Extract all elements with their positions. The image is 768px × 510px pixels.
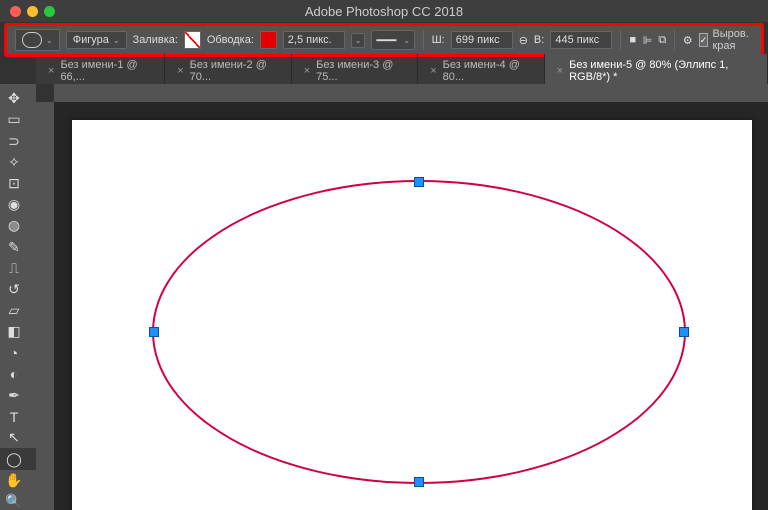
document-tab[interactable]: × Без имени-2 @ 70...	[165, 54, 291, 88]
history-brush-tool-icon: ↺	[6, 281, 22, 297]
options-bar-highlight: ⌄ Фигура⌄ Заливка: Обводка: ⌄ ━━━⌄ Ш: ⊖ …	[4, 23, 764, 57]
maximize-window-button[interactable]	[44, 6, 55, 17]
traffic-lights	[10, 6, 55, 17]
separator	[674, 30, 675, 50]
close-tab-icon[interactable]: ×	[304, 65, 310, 77]
type-tool-icon: T	[6, 409, 22, 425]
anchor-top[interactable]	[414, 177, 424, 187]
shape-mode-dropdown[interactable]: Фигура⌄	[66, 31, 127, 49]
height-input[interactable]	[550, 31, 612, 49]
crop-tool-icon: ⊡	[6, 175, 22, 191]
tool-preset-dropdown[interactable]: ⌄	[15, 29, 60, 51]
document-tab-bar: × Без имени-1 @ 66,... × Без имени-2 @ 70..…	[36, 58, 768, 84]
path-operations-icon[interactable]: ■	[629, 32, 637, 48]
path-select-tool-icon: ↖	[6, 430, 22, 446]
marquee-tool-icon: ▭	[6, 112, 22, 128]
path-alignment-icon[interactable]: ⊫	[643, 32, 653, 48]
document-tab[interactable]: × Без имени-5 @ 80% (Эллипс 1, RGB/8*) *	[545, 54, 768, 88]
anchor-right[interactable]	[679, 327, 689, 337]
tab-label: Без имени-2 @ 70...	[190, 59, 279, 83]
close-window-button[interactable]	[10, 6, 21, 17]
gear-icon[interactable]: ⚙	[683, 32, 693, 48]
stamp-tool-icon: ⎍	[6, 260, 22, 276]
move-tool-icon: ✥	[6, 91, 22, 107]
titlebar: Adobe Photoshop CC 2018	[0, 0, 768, 22]
options-bar: ⌄ Фигура⌄ Заливка: Обводка: ⌄ ━━━⌄ Ш: ⊖ …	[7, 26, 761, 54]
dodge-tool-icon: ◐	[6, 366, 22, 382]
separator	[423, 30, 424, 50]
close-tab-icon[interactable]: ×	[557, 65, 563, 77]
brush-tool-icon: ✎	[6, 239, 22, 255]
tab-label: Без имени-4 @ 80...	[443, 59, 532, 83]
height-label: В:	[534, 34, 544, 46]
zoom-tool-icon: 🔍	[6, 493, 22, 509]
ellipse-icon	[22, 32, 42, 48]
align-edges-checkbox[interactable]: ✓ Выров. края	[699, 28, 753, 52]
width-input[interactable]	[451, 31, 513, 49]
vertical-ruler[interactable]	[36, 102, 54, 510]
separator	[620, 30, 621, 50]
artboard[interactable]	[72, 120, 752, 510]
close-tab-icon[interactable]: ×	[48, 65, 54, 77]
fill-label: Заливка:	[133, 34, 178, 46]
magic-wand-tool-icon: ✧	[6, 154, 22, 170]
stroke-swatch[interactable]	[260, 31, 277, 49]
close-tab-icon[interactable]: ×	[430, 65, 436, 77]
workspace: ✥ ▭ ⊃ ✧ ⊡ ◉ ◍ ✎ ⎍ ↺ ▱ ◧ ◔ ◐ ✒ T ↖ ◯ ✋ 🔍	[0, 84, 768, 510]
stroke-label: Обводка:	[207, 34, 254, 46]
canvas-zone	[36, 84, 768, 510]
gradient-tool-icon: ◧	[6, 324, 22, 340]
anchor-bottom[interactable]	[414, 477, 424, 487]
document-tab[interactable]: × Без имени-1 @ 66,...	[36, 54, 165, 88]
tab-label: Без имени-5 @ 80% (Эллипс 1, RGB/8*) *	[569, 59, 755, 83]
horizontal-ruler[interactable]	[54, 84, 768, 102]
eraser-tool-icon: ▱	[6, 303, 22, 319]
width-label: Ш:	[432, 34, 445, 46]
tab-label: Без имени-3 @ 75...	[316, 59, 405, 83]
shape-tool-icon: ◯	[6, 451, 22, 467]
minimize-window-button[interactable]	[27, 6, 38, 17]
anchor-left[interactable]	[149, 327, 159, 337]
close-tab-icon[interactable]: ×	[177, 65, 183, 77]
path-arrangement-icon[interactable]: ⧉	[658, 32, 666, 48]
document-tab[interactable]: × Без имени-3 @ 75...	[292, 54, 418, 88]
stroke-width-dropdown[interactable]: ⌄	[351, 33, 366, 48]
checkbox-icon: ✓	[699, 33, 709, 47]
lasso-tool-icon: ⊃	[6, 133, 22, 149]
healing-brush-tool-icon: ◍	[6, 218, 22, 234]
align-edges-label: Выров. края	[712, 28, 753, 52]
tab-label: Без имени-1 @ 66,...	[60, 59, 152, 83]
hand-tool-icon: ✋	[6, 472, 22, 488]
canvas-background[interactable]	[54, 102, 768, 510]
fill-swatch[interactable]	[184, 31, 201, 49]
app-title: Adobe Photoshop CC 2018	[0, 4, 768, 19]
pen-tool-icon: ✒	[6, 387, 22, 403]
stroke-style-dropdown[interactable]: ━━━⌄	[371, 30, 415, 50]
stroke-width-input[interactable]	[283, 31, 345, 49]
ellipse-shape[interactable]	[152, 180, 686, 484]
tools-panel: ✥ ▭ ⊃ ✧ ⊡ ◉ ◍ ✎ ⎍ ↺ ▱ ◧ ◔ ◐ ✒ T ↖ ◯ ✋ 🔍	[0, 84, 36, 510]
link-wh-icon[interactable]: ⊖	[519, 32, 528, 48]
blur-tool-icon: ◔	[6, 345, 22, 361]
eyedropper-tool-icon: ◉	[6, 197, 22, 213]
document-tab[interactable]: × Без имени-4 @ 80...	[418, 54, 544, 88]
